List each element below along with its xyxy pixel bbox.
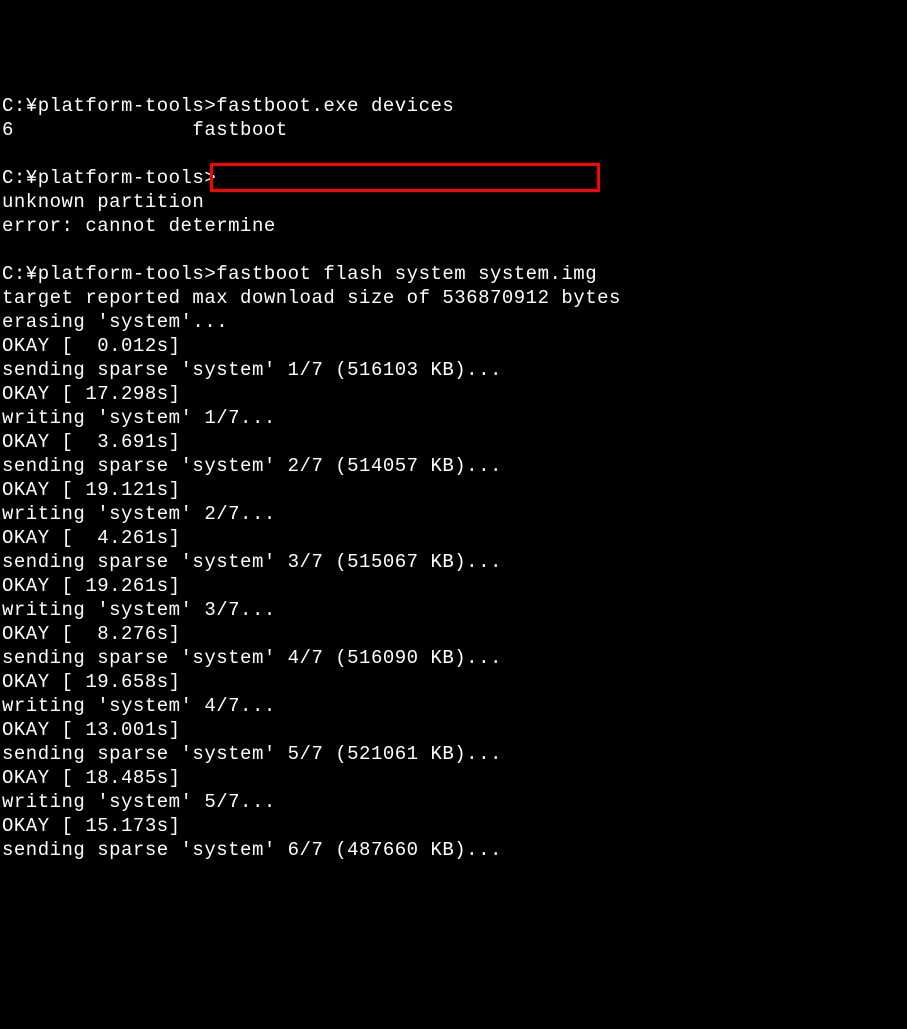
terminal-prompt-line[interactable]: C:¥platform-tools> bbox=[2, 167, 907, 191]
terminal-output-line: OKAY [ 19.658s] bbox=[2, 671, 907, 695]
terminal-output-line: sending sparse 'system' 5/7 (521061 KB).… bbox=[2, 743, 907, 767]
terminal-output-line: OKAY [ 0.012s] bbox=[2, 335, 907, 359]
terminal-output-line: OKAY [ 17.298s] bbox=[2, 383, 907, 407]
terminal-output-line: writing 'system' 4/7... bbox=[2, 695, 907, 719]
terminal-output-line: erasing 'system'... bbox=[2, 311, 907, 335]
terminal-output-line: writing 'system' 5/7... bbox=[2, 791, 907, 815]
terminal-output-line: OKAY [ 18.485s] bbox=[2, 767, 907, 791]
prompt-prefix: C:¥platform-tools> bbox=[2, 263, 216, 285]
terminal-output-line: OKAY [ 13.001s] bbox=[2, 719, 907, 743]
terminal-output-line: sending sparse 'system' 4/7 (516090 KB).… bbox=[2, 647, 907, 671]
terminal-window[interactable]: C:¥platform-tools>fastboot.exe devices6 … bbox=[2, 95, 907, 863]
terminal-output-line: sending sparse 'system' 3/7 (515067 KB).… bbox=[2, 551, 907, 575]
terminal-output-line: OKAY [ 3.691s] bbox=[2, 431, 907, 455]
terminal-blank-line bbox=[2, 143, 907, 167]
terminal-output-line: 6 fastboot bbox=[2, 119, 907, 143]
prompt-prefix: C:¥platform-tools> bbox=[2, 167, 216, 189]
terminal-output-line: OKAY [ 15.173s] bbox=[2, 815, 907, 839]
terminal-output-line: writing 'system' 3/7... bbox=[2, 599, 907, 623]
terminal-prompt-line[interactable]: C:¥platform-tools>fastboot flash system … bbox=[2, 263, 907, 287]
prompt-command[interactable]: fastboot.exe devices bbox=[216, 95, 454, 117]
terminal-output-line: sending sparse 'system' 1/7 (516103 KB).… bbox=[2, 359, 907, 383]
terminal-output-line: OKAY [ 19.121s] bbox=[2, 479, 907, 503]
terminal-blank-line bbox=[2, 239, 907, 263]
terminal-output-line: OKAY [ 19.261s] bbox=[2, 575, 907, 599]
terminal-output-line: writing 'system' 2/7... bbox=[2, 503, 907, 527]
terminal-output-line: sending sparse 'system' 2/7 (514057 KB).… bbox=[2, 455, 907, 479]
terminal-output-line: sending sparse 'system' 6/7 (487660 KB).… bbox=[2, 839, 907, 863]
prompt-prefix: C:¥platform-tools> bbox=[2, 95, 216, 117]
prompt-command[interactable]: fastboot flash system system.img bbox=[216, 263, 597, 285]
terminal-output-line: unknown partition bbox=[2, 191, 907, 215]
terminal-output-line: OKAY [ 8.276s] bbox=[2, 623, 907, 647]
terminal-output-line: error: cannot determine bbox=[2, 215, 907, 239]
terminal-prompt-line[interactable]: C:¥platform-tools>fastboot.exe devices bbox=[2, 95, 907, 119]
terminal-output-line: writing 'system' 1/7... bbox=[2, 407, 907, 431]
terminal-output-line: OKAY [ 4.261s] bbox=[2, 527, 907, 551]
terminal-output-line: target reported max download size of 536… bbox=[2, 287, 907, 311]
